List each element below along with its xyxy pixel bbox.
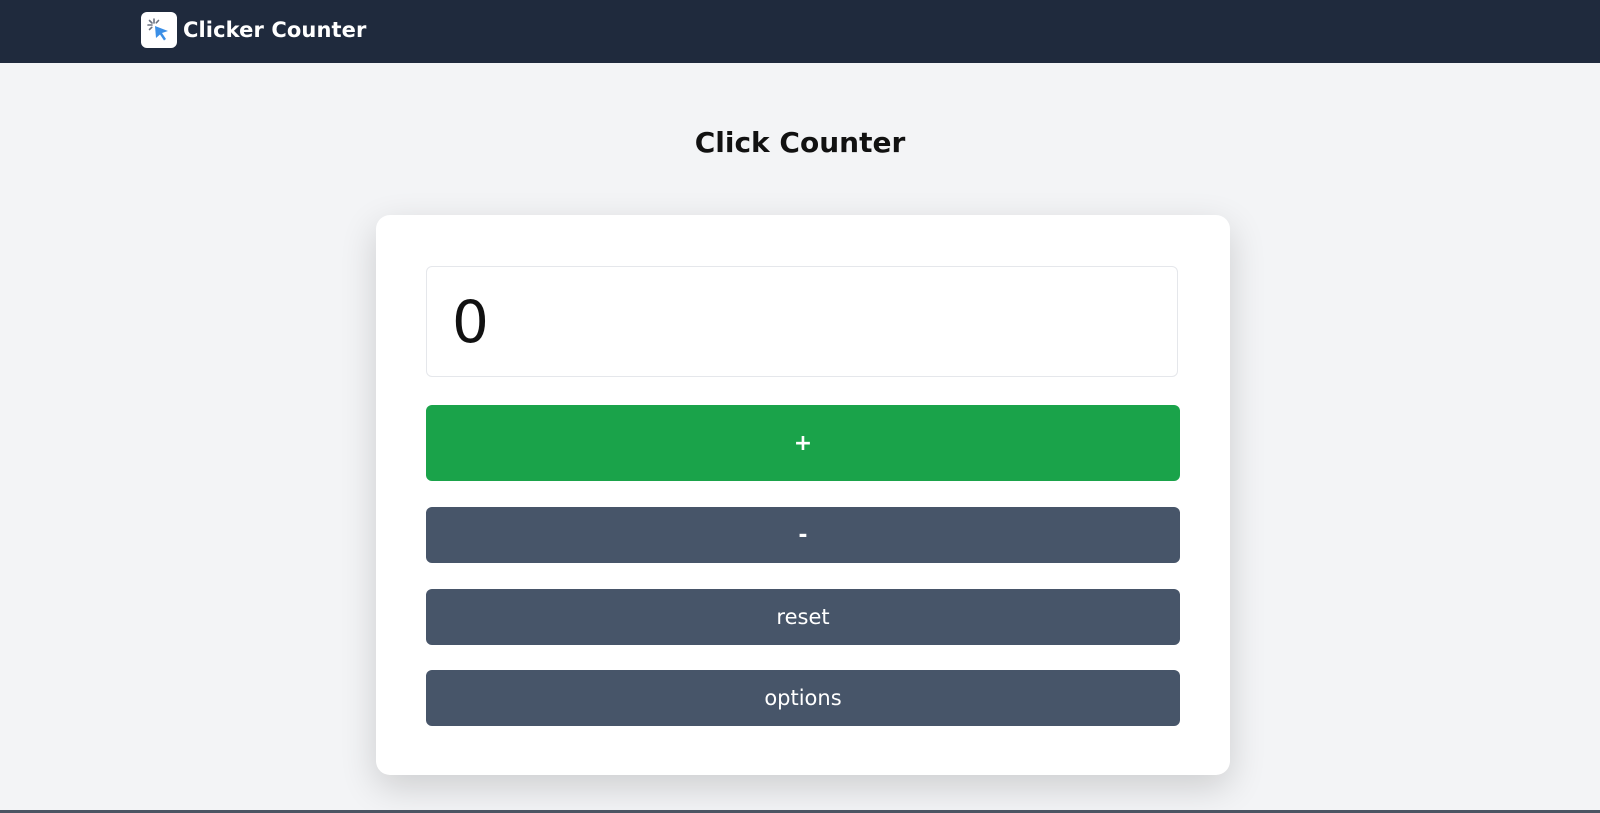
counter-card: 0 + - reset options [376, 215, 1230, 775]
app-name: Clicker Counter [183, 18, 367, 42]
counter-display: 0 [426, 266, 1178, 377]
reset-button[interactable]: reset [426, 589, 1180, 645]
decrement-button[interactable]: - [426, 507, 1180, 563]
top-navbar: Clicker Counter [0, 0, 1600, 63]
counter-value: 0 [452, 288, 489, 356]
increment-button[interactable]: + [426, 405, 1180, 481]
options-button[interactable]: options [426, 670, 1180, 726]
cursor-click-icon [141, 12, 177, 48]
page-title: Click Counter [694, 126, 906, 159]
brand[interactable]: Clicker Counter [141, 12, 366, 48]
